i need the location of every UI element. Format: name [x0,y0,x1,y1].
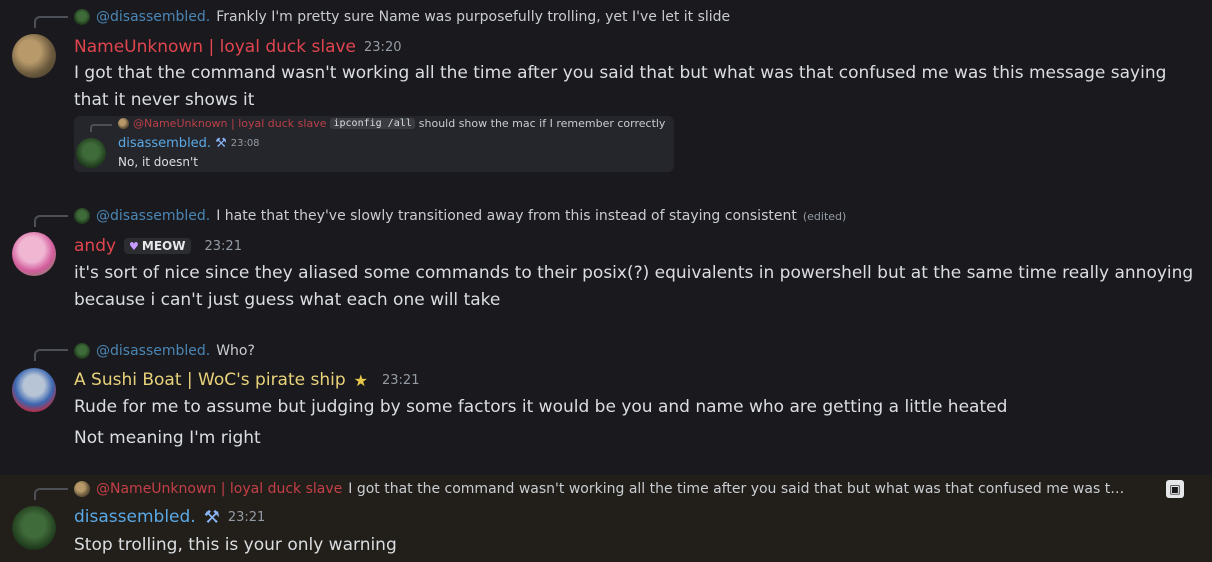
reply-spine [34,488,68,500]
reply-reference[interactable]: @disassembled. Who? [74,341,255,361]
hammer-wrench-icon: ⚒ [215,136,227,151]
reply-spine [34,16,68,28]
embed-reply-reference[interactable]: @NameUnknown | loyal duck slave ipconfig… [118,117,665,130]
avatar[interactable] [12,506,56,550]
author-name[interactable]: andy [74,236,116,256]
reply-avatar [74,9,90,25]
hammer-wrench-icon: ⚒ [203,506,220,528]
timestamp[interactable]: 23:21 [382,373,419,388]
message-body: Stop trolling, this is your only warning [74,535,397,555]
message-body: it's sort of nice since they aliased som… [74,263,1194,310]
embed-reply-spine [90,124,112,132]
author-name[interactable]: A Sushi Boat | WoC's pirate ship [74,370,346,390]
reply-reference[interactable]: @NameUnknown | loyal duck slave I got th… [74,479,1154,499]
reply-author[interactable]: @disassembled. [96,208,210,224]
avatar[interactable] [12,34,56,78]
image-icon[interactable]: ▣ [1166,480,1184,498]
reply-text[interactable]: Who? [216,343,255,359]
reply-spine [34,349,68,361]
reply-author[interactable]: @disassembled. [96,343,210,359]
timestamp[interactable]: 23:20 [364,40,401,55]
message-andy[interactable]: @disassembled. I hate that they've slowl… [0,200,1212,330]
embed-avatar [76,138,106,168]
embed-author: disassembled. [118,136,212,151]
reply-reference[interactable]: @disassembled. Frankly I'm pretty sure N… [74,7,730,27]
edited-label: (edited) [802,209,847,223]
message-header: disassembled. ⚒ 23:21 [74,505,265,529]
inline-code: ipconfig /all [330,118,415,129]
reply-spine [34,215,68,227]
reply-avatar [74,343,90,359]
message-header: A Sushi Boat | WoC's pirate ship ★ 23:21 [74,368,419,392]
message-nameunknown[interactable]: @disassembled. Frankly I'm pretty sure N… [0,0,1212,185]
reply-avatar [74,208,90,224]
embed-reply-text: should show the mac if I remember correc… [418,117,666,130]
reply-text[interactable]: Frankly I'm pretty sure Name was purpose… [216,9,730,25]
embed-timestamp: 23:08 [230,138,260,149]
heart-icon: ♥ [129,239,139,253]
reply-reference[interactable]: @disassembled. I hate that they've slowl… [74,206,846,226]
message-body: I got that the command wasn't working al… [74,63,1167,110]
badge-label: MEOW [141,239,186,253]
message-header: andy ♥ MEOW 23:21 [74,234,242,258]
reply-author[interactable]: @disassembled. [96,9,210,25]
reply-text[interactable]: I hate that they've slowly transitioned … [216,208,797,224]
embed-reply-author: @NameUnknown | loyal duck slave [133,117,327,130]
avatar[interactable] [12,232,56,276]
timestamp[interactable]: 23:21 [205,239,242,254]
message-body: Rude for me to assume but judging by som… [74,397,1008,417]
message-body-followup: Not meaning I'm right [74,428,261,448]
star-icon: ★ [353,370,368,390]
reply-author[interactable]: @NameUnknown | loyal duck slave [96,481,342,497]
embed-reply-avatar [118,118,129,129]
message-disassembled[interactable]: @NameUnknown | loyal duck slave I got th… [0,475,1212,562]
author-name[interactable]: NameUnknown | loyal duck slave [74,37,356,57]
guild-tag-badge[interactable]: ♥ MEOW [124,238,191,254]
embed-text: No, it doesn't [118,155,199,169]
embed-header: disassembled. ⚒ 23:08 [118,136,260,151]
avatar[interactable] [12,368,56,412]
author-name[interactable]: disassembled. [74,507,196,527]
message-embed[interactable]: @NameUnknown | loyal duck slave ipconfig… [74,116,674,172]
reply-text[interactable]: I got that the command wasn't working al… [348,481,1124,497]
timestamp[interactable]: 23:21 [228,510,265,525]
message-header: NameUnknown | loyal duck slave 23:20 [74,35,401,59]
message-sushi-boat[interactable]: @disassembled. Who? A Sushi Boat | WoC's… [0,334,1212,458]
reply-avatar [74,481,90,497]
